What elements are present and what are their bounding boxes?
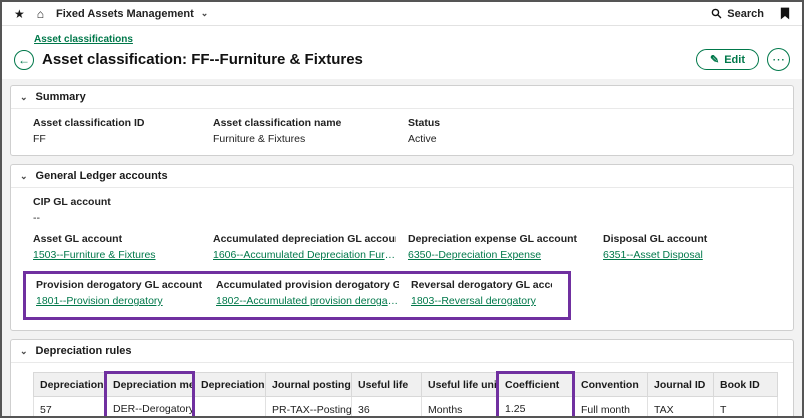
field-value: FF xyxy=(33,133,201,145)
ellipsis-icon: ⋯ xyxy=(772,52,785,67)
general-ledger-section: ⌄ General Ledger accounts CIP GL account… xyxy=(10,164,794,331)
star-icon[interactable]: ★ xyxy=(14,8,25,20)
cell-journal-id: TAX xyxy=(648,397,714,418)
gl-account-link[interactable]: 6351--Asset Disposal xyxy=(603,249,703,261)
search-button[interactable]: Search xyxy=(711,8,764,20)
cell-coefficient: 1.25 xyxy=(498,397,574,418)
chevron-down-icon: ⌄ xyxy=(20,172,28,181)
page-header: Asset classifications ← Asset classifica… xyxy=(2,26,802,79)
header-actions: ✎ Edit ⋯ xyxy=(696,48,790,71)
gl-account-link[interactable]: 1606--Accumulated Depreciation Furniture… xyxy=(213,249,396,261)
summary-fields: Asset classification ID FF Asset classif… xyxy=(11,109,793,155)
back-arrow-icon: ← xyxy=(18,53,30,67)
chevron-down-icon: ⌄ xyxy=(201,9,209,18)
cell-depreciation-rate xyxy=(194,397,266,418)
search-label: Search xyxy=(727,8,764,20)
section-title: Depreciation rules xyxy=(36,345,132,357)
cell-useful-life-units: Months xyxy=(422,397,498,418)
gl-account-link[interactable]: 1503--Furniture & Fixtures xyxy=(33,249,156,261)
column-header-coefficient[interactable]: Coefficient xyxy=(498,373,574,397)
chevron-down-icon: ⌄ xyxy=(20,93,28,102)
top-navigation-bar: ★ ⌂ Fixed Assets Management ⌄ Search xyxy=(2,2,802,26)
edit-button-label: Edit xyxy=(724,54,745,66)
field-label: Asset classification name xyxy=(213,117,396,129)
cell-journal-posting-rule: PR-TAX--PostingR... xyxy=(266,397,352,418)
field-asset-gl-account: Asset GL account 1503--Furniture & Fixtu… xyxy=(33,233,213,264)
field-label: Asset GL account xyxy=(33,233,201,245)
more-actions-button[interactable]: ⋯ xyxy=(767,48,790,71)
bookmark-icon[interactable] xyxy=(780,7,790,20)
app-switcher[interactable]: Fixed Assets Management ⌄ xyxy=(56,8,208,20)
depreciation-table-wrap: Depreciation ...↑ Depreciation method De… xyxy=(11,363,793,418)
field-value: -- xyxy=(33,212,759,224)
cell-book-id: T xyxy=(714,397,778,418)
cell-depreciation: 57 xyxy=(34,397,106,418)
section-title: Summary xyxy=(36,91,86,103)
section-title: General Ledger accounts xyxy=(36,170,168,182)
column-header-label: Depreciation ... xyxy=(40,379,106,391)
column-header-depreciation[interactable]: Depreciation ...↑ xyxy=(34,373,106,397)
page-content: ⌄ Summary Asset classification ID FF Ass… xyxy=(2,79,802,418)
field-value: Furniture & Fixtures xyxy=(213,133,396,145)
status-value: Active xyxy=(408,133,759,145)
depreciation-rules-section: ⌄ Depreciation rules Depreciation ...↑ xyxy=(10,339,794,418)
chevron-down-icon: ⌄ xyxy=(20,347,28,356)
app-window: ★ ⌂ Fixed Assets Management ⌄ Search Ass… xyxy=(0,0,804,418)
gl-account-link[interactable]: 1803--Reversal derogatory xyxy=(411,295,536,307)
field-accumulated-provision-derogatory-gl-account: Accumulated provision derogatory GL acco… xyxy=(216,279,411,310)
pencil-icon: ✎ xyxy=(710,53,719,66)
field-asset-classification-name: Asset classification name Furniture & Fi… xyxy=(213,117,408,145)
gl-accounts-row: Asset GL account 1503--Furniture & Fixtu… xyxy=(33,233,771,264)
table-row[interactable]: 57 DER--Derogatory PR-TAX--PostingR... 3… xyxy=(34,397,778,418)
column-header-depreciation-rate[interactable]: Depreciation rate ... xyxy=(194,373,266,397)
field-label: Depreciation expense GL account xyxy=(408,233,591,245)
field-accumulated-depreciation-gl-account: Accumulated depreciation GL account 1606… xyxy=(213,233,408,264)
app-name-label: Fixed Assets Management xyxy=(56,8,194,20)
column-header-depreciation-method[interactable]: Depreciation method xyxy=(106,373,194,397)
depreciation-rules-table: Depreciation ...↑ Depreciation method De… xyxy=(33,371,778,418)
depreciation-rules-section-header[interactable]: ⌄ Depreciation rules xyxy=(11,340,793,363)
field-label: Accumulated provision derogatory GL acco… xyxy=(216,279,399,291)
field-cip-gl-account: CIP GL account -- xyxy=(33,196,771,224)
cell-useful-life: 36 xyxy=(352,397,422,418)
title-row: ← Asset classification: FF--Furniture & … xyxy=(14,48,790,71)
edit-button[interactable]: ✎ Edit xyxy=(696,49,759,70)
back-button[interactable]: ← xyxy=(14,50,34,70)
field-disposal-gl-account: Disposal GL account 6351--Asset Disposal xyxy=(603,233,771,264)
home-icon[interactable]: ⌂ xyxy=(37,8,44,20)
field-asset-classification-id: Asset classification ID FF xyxy=(33,117,213,145)
cell-depreciation-method: DER--Derogatory xyxy=(106,397,194,418)
gl-account-link[interactable]: 6350--Depreciation Expense xyxy=(408,249,541,261)
field-label: Disposal GL account xyxy=(603,233,759,245)
derogatory-accounts-highlight-box: Provision derogatory GL account 1801--Pr… xyxy=(23,271,571,320)
summary-section-header[interactable]: ⌄ Summary xyxy=(11,86,793,109)
column-header-convention[interactable]: Convention xyxy=(574,373,648,397)
table-header-row: Depreciation ...↑ Depreciation method De… xyxy=(34,373,778,397)
summary-section: ⌄ Summary Asset classification ID FF Ass… xyxy=(10,85,794,156)
gl-account-link[interactable]: 1802--Accumulated provision derogatory xyxy=(216,295,399,307)
column-header-useful-life-units[interactable]: Useful life units xyxy=(422,373,498,397)
column-header-useful-life[interactable]: Useful life xyxy=(352,373,422,397)
column-header-book-id[interactable]: Book ID xyxy=(714,373,778,397)
column-header-journal-id[interactable]: Journal ID xyxy=(648,373,714,397)
field-label: Asset classification ID xyxy=(33,117,201,129)
search-icon xyxy=(711,8,722,19)
gl-account-link[interactable]: 1801--Provision derogatory xyxy=(36,295,163,307)
field-label: Accumulated depreciation GL account xyxy=(213,233,396,245)
general-ledger-body: CIP GL account -- Asset GL account 1503-… xyxy=(11,188,793,330)
general-ledger-section-header[interactable]: ⌄ General Ledger accounts xyxy=(11,165,793,188)
breadcrumb[interactable]: Asset classifications xyxy=(34,34,133,45)
field-status: Status Active xyxy=(408,117,771,145)
field-label: Provision derogatory GL account xyxy=(36,279,204,291)
field-reversal-derogatory-gl-account: Reversal derogatory GL account 1803--Rev… xyxy=(411,279,564,310)
field-provision-derogatory-gl-account: Provision derogatory GL account 1801--Pr… xyxy=(36,279,216,310)
topbar-right-group: Search xyxy=(711,7,790,20)
field-label: Status xyxy=(408,117,759,129)
column-header-journal-posting-rule[interactable]: Journal posting rule xyxy=(266,373,352,397)
cell-convention: Full month xyxy=(574,397,648,418)
field-label: Reversal derogatory GL account xyxy=(411,279,552,291)
field-depreciation-expense-gl-account: Depreciation expense GL account 6350--De… xyxy=(408,233,603,264)
page-title: Asset classification: FF--Furniture & Fi… xyxy=(42,51,363,68)
field-label: CIP GL account xyxy=(33,196,759,208)
